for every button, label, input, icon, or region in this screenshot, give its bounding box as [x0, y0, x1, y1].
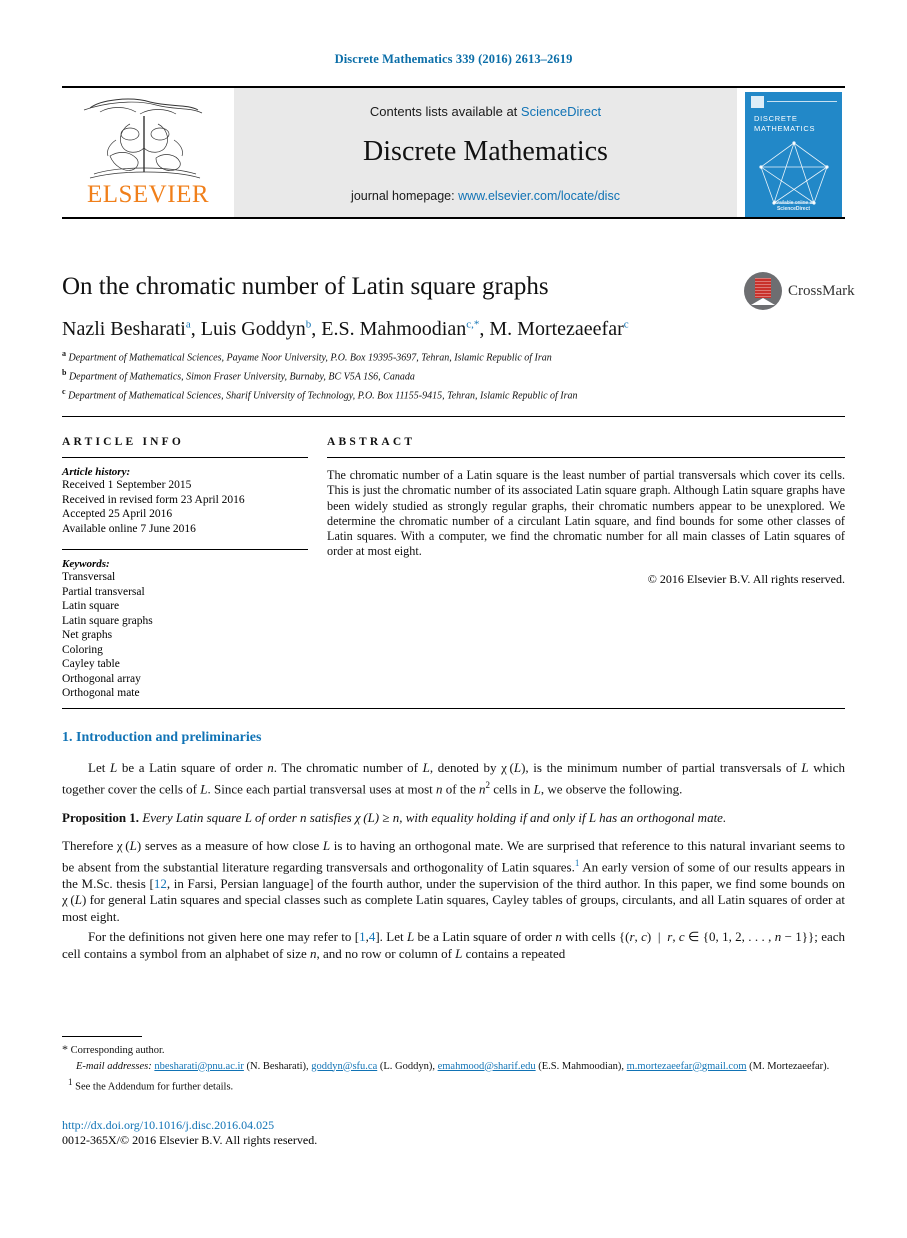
keywords-lines: Transversal Partial transversal Latin squa… — [62, 570, 308, 701]
elsevier-logo-block: ELSEVIER — [62, 88, 234, 217]
keywords-label: Keywords: — [62, 558, 110, 570]
crossmark-label: CrossMark — [788, 282, 855, 299]
email-link[interactable]: m.mortezaeefar@gmail.com — [627, 1061, 747, 1072]
proposition-label: Proposition 1. — [62, 809, 140, 825]
cover-journal-name: DISCRETE MATHEMATICS — [754, 114, 815, 134]
crossmark-page-icon — [751, 298, 775, 305]
elsevier-tree-icon — [70, 94, 220, 182]
author-list: Nazli Besharatia, Luis Goddynb, E.S. Mah… — [62, 318, 629, 340]
section-title-introduction: 1. Introduction and preliminaries — [62, 730, 262, 745]
journal-homepage-link[interactable]: www.elsevier.com/locate/disc — [458, 189, 620, 203]
body-paragraph-1: Let L be a Latin square of order n. The … — [62, 760, 845, 796]
footnote-marker-1: 1 — [68, 1077, 73, 1087]
article-info-heading: ARTICLE INFO — [62, 436, 185, 448]
asterisk-icon: * — [62, 1042, 68, 1056]
article-info-rule-2 — [62, 549, 308, 550]
keywords-block: Keywords: Transversal Partial transversal… — [62, 558, 308, 701]
abstract-column: ABSTRACT The chromatic number of a Latin… — [327, 436, 845, 587]
affiliation-line: a Department of Mathematical Sciences, P… — [62, 349, 552, 364]
article-history-line: Available online 7 June 2016 — [62, 522, 196, 535]
abstract-heading: ABSTRACT — [327, 436, 416, 448]
affiliation-list: a Department of Mathematical Sciences, P… — [62, 347, 842, 403]
proposition-1: Proposition 1. Every Latin square L of o… — [62, 810, 845, 827]
footnote-note-1: 1 See the Addendum for further details. — [62, 1075, 845, 1095]
article-page: Discrete Mathematics 339 (2016) 2613–261… — [0, 0, 907, 1238]
crossmark-icon — [744, 272, 782, 310]
article-info-rule — [62, 457, 308, 458]
cover-name-line2: MATHEMATICS — [754, 124, 816, 133]
article-history-line: Received 1 September 2015 — [62, 479, 192, 491]
abstract-copyright: © 2016 Elsevier B.V. All rights reserved… — [647, 571, 845, 586]
cover-strip-line — [767, 100, 837, 103]
keyword-item: Coloring — [62, 643, 103, 656]
keyword-item: Latin square — [62, 600, 120, 612]
keyword-item: Orthogonal array — [62, 672, 141, 685]
journal-masthead: ELSEVIER Contents lists available at Sci… — [62, 86, 845, 219]
contents-prefix: Contents lists available at — [369, 104, 521, 119]
journal-cover-block: DISCRETE MATHEMATICS Available online at… — [737, 88, 845, 217]
article-history-label: Article history: — [62, 466, 131, 478]
email-address-list: nbesharati@pnu.ac.ir (N. Besharati), god… — [154, 1060, 830, 1072]
sciencedirect-link[interactable]: ScienceDirect — [521, 104, 601, 119]
sciencedirect-banner: Contents lists available at ScienceDirec… — [234, 88, 737, 217]
footnote-rule — [62, 1036, 142, 1037]
article-history-line: Accepted 25 April 2016 — [62, 508, 173, 520]
footer-block: http://dx.doi.org/10.1016/j.disc.2016.04… — [62, 1118, 662, 1148]
proposition-statement: Every Latin square L of order n satisfie… — [142, 809, 727, 825]
body-paragraph-3: For the definitions not given here one m… — [62, 929, 846, 961]
email-link[interactable]: emahmood@sharif.edu — [438, 1061, 536, 1072]
page-title: On the chromatic number of Latin square … — [62, 273, 549, 300]
keyword-item: Orthogonal mate — [62, 687, 140, 699]
footnote-note-1-text: See the Addendum for further details. — [75, 1081, 234, 1093]
cover-footer-text: Available online at ScienceDirect — [773, 200, 814, 212]
running-head: Discrete Mathematics 339 (2016) 2613–261… — [334, 52, 573, 66]
crossmark-book-icon — [755, 278, 771, 298]
keyword-item: Cayley table — [62, 658, 120, 670]
journal-cover-thumbnail[interactable]: DISCRETE MATHEMATICS Available online at… — [745, 92, 842, 217]
keyword-item: Latin square graphs — [62, 614, 153, 627]
divider-mid — [62, 708, 845, 709]
email-addresses-label: E-mail addresses: — [76, 1060, 152, 1072]
footnote-block: * Corresponding author. E-mail addresses… — [62, 1042, 845, 1096]
article-info-column: ARTICLE INFO Article history: Received 1… — [62, 436, 308, 701]
journal-title: Discrete Mathematics — [363, 136, 608, 167]
divider-top — [62, 416, 845, 417]
cover-top-strip — [751, 95, 837, 108]
cover-elsevier-mark-icon — [751, 95, 764, 108]
article-history-lines: Received 1 September 2015 Received in rev… — [62, 478, 308, 536]
corresponding-author-text: Corresponding author. — [70, 1045, 165, 1056]
elsevier-wordmark: ELSEVIER — [86, 181, 210, 208]
abstract-text: The chromatic number of a Latin square i… — [327, 468, 845, 559]
issn-copyright-line: 0012-365X/© 2016 Elsevier B.V. All right… — [62, 1133, 318, 1147]
footnote-corresponding-author: * Corresponding author. — [62, 1042, 845, 1059]
keyword-item: Transversal — [62, 571, 116, 583]
email-link[interactable]: nbesharati@pnu.ac.ir — [154, 1061, 244, 1072]
contents-list-line: Contents lists available at ScienceDirec… — [234, 104, 737, 119]
affiliation-line: b Department of Mathematics, Simon Frase… — [62, 367, 415, 383]
homepage-prefix: journal homepage: — [351, 189, 459, 203]
crossmark-badge[interactable]: CrossMark — [744, 270, 855, 312]
article-history-line: Received in revised form 23 April 2016 — [62, 493, 245, 506]
affiliation-line: c Department of Mathematical Sciences, S… — [62, 386, 578, 401]
cover-name-line1: DISCRETE — [754, 114, 798, 123]
journal-homepage-line: journal homepage: www.elsevier.com/locat… — [234, 189, 737, 203]
doi-link[interactable]: http://dx.doi.org/10.1016/j.disc.2016.04… — [62, 1118, 662, 1133]
keyword-item: Partial transversal — [62, 585, 145, 598]
footnote-emails: E-mail addresses: nbesharati@pnu.ac.ir (… — [62, 1060, 845, 1075]
body-content: Let L be a Latin square of order n. The … — [62, 760, 845, 975]
body-paragraph-2: Therefore χ (L) serves as a measure of h… — [62, 838, 846, 924]
keyword-item: Net graphs — [62, 629, 113, 641]
email-link[interactable]: goddyn@sfu.ca — [311, 1061, 377, 1072]
abstract-rule — [327, 457, 845, 458]
